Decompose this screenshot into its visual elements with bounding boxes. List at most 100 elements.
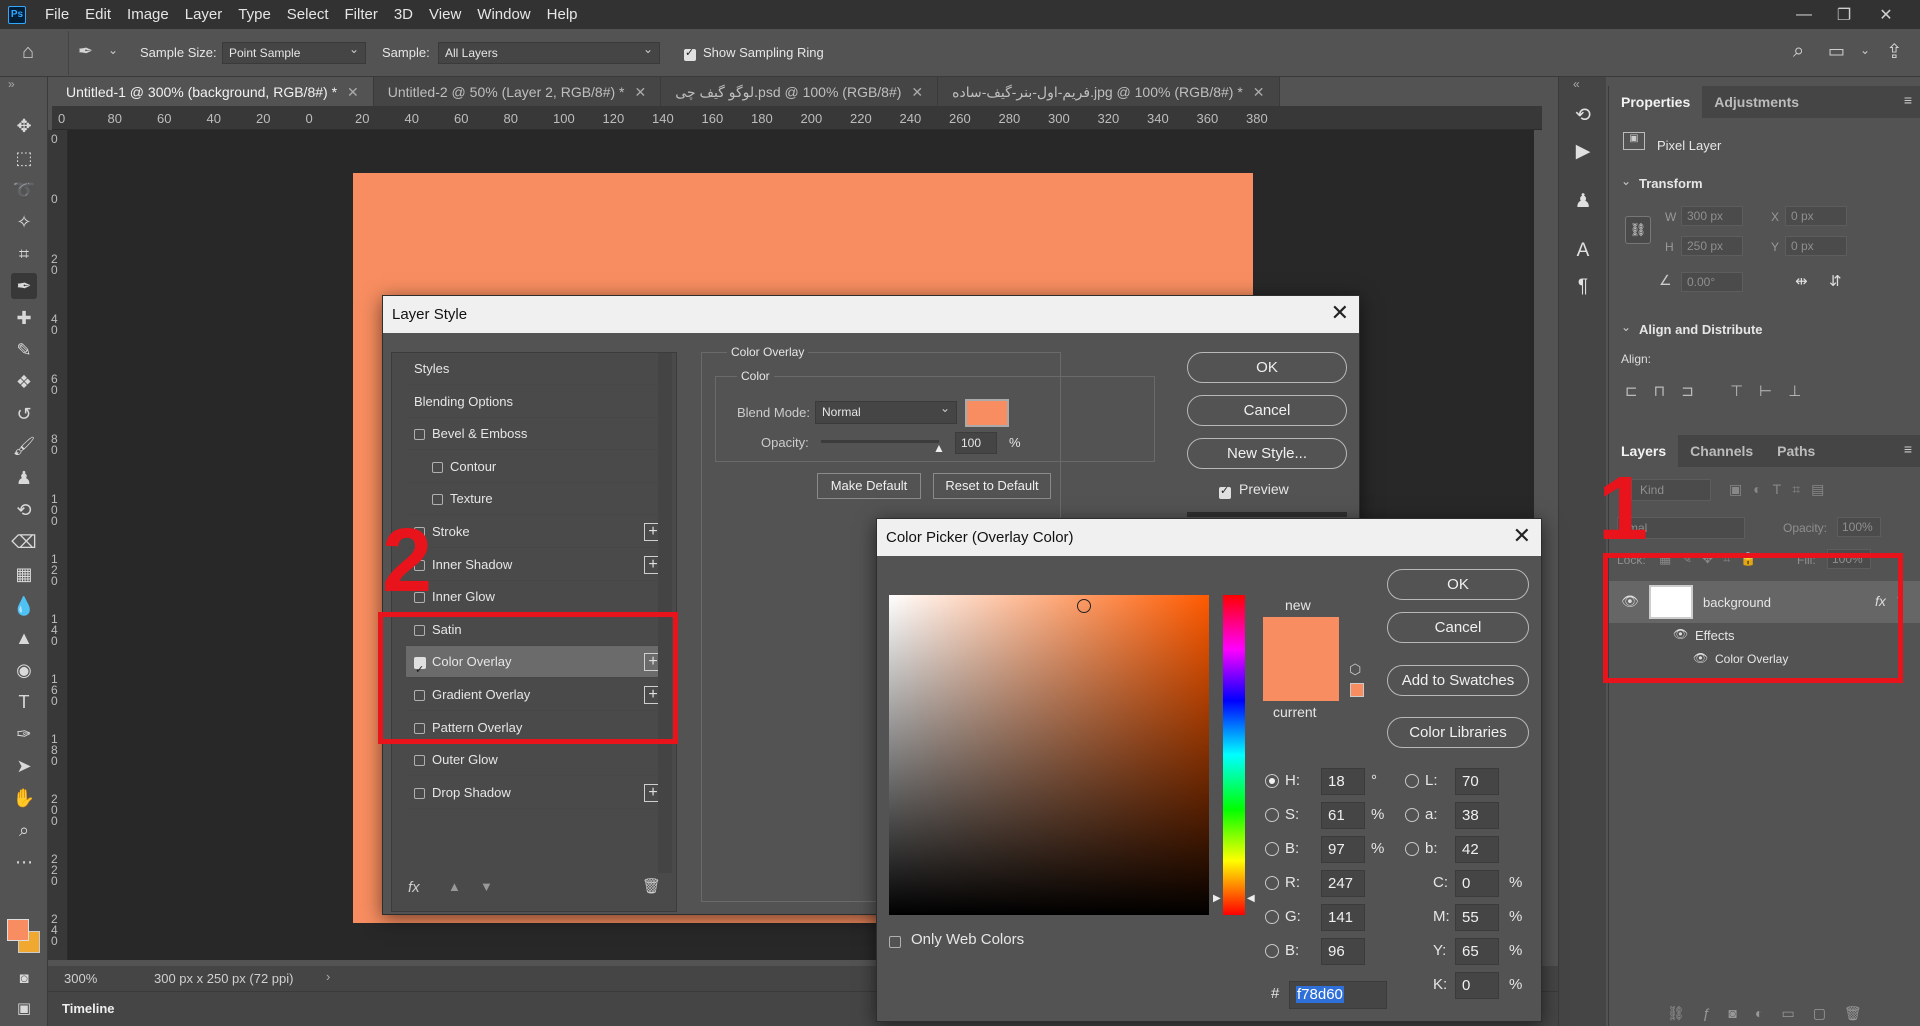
rgb-input[interactable]: 247 — [1321, 870, 1365, 897]
lab-input[interactable]: 70 — [1455, 768, 1499, 795]
ok-button[interactable]: OK — [1387, 569, 1529, 600]
hsb-input[interactable]: 18 — [1321, 768, 1365, 795]
lasso-tool-icon[interactable]: ➰ — [11, 177, 37, 203]
flip-vertical-icon[interactable]: ⇵ — [1829, 272, 1842, 290]
menu-item-3d[interactable]: 3D — [386, 6, 421, 23]
radio-rgb-2[interactable] — [1265, 944, 1279, 958]
lab-input[interactable]: 38 — [1455, 802, 1499, 829]
menu-item-type[interactable]: Type — [230, 6, 279, 23]
menu-item-window[interactable]: Window — [469, 6, 538, 23]
ok-button[interactable]: OK — [1187, 352, 1347, 383]
sharpen-tool-icon[interactable]: ▲ — [11, 625, 37, 651]
overlay-blend-mode-select[interactable]: Normal — [815, 401, 957, 424]
hand-tool-icon[interactable]: ✋ — [11, 785, 37, 811]
layer-footer-icons[interactable]: ⛓ƒ◙◐▭▢🗑 — [1667, 1005, 1880, 1022]
angle-input[interactable]: 0.00° — [1681, 272, 1743, 292]
move-down-icon[interactable]: ▼ — [480, 879, 493, 894]
y-input[interactable]: 0 px — [1785, 236, 1847, 256]
style-item-inner-shadow[interactable]: Inner Shadow + — [406, 549, 668, 581]
chevron-down-icon[interactable]: ⌄ — [1621, 320, 1631, 334]
style-checkbox[interactable] — [414, 787, 425, 799]
document-tab[interactable]: Untitled-2 @ 50% (Layer 2, RGB/8#) * ✕ — [373, 77, 662, 106]
menu-item-file[interactable]: File — [37, 6, 77, 23]
close-tab-icon[interactable]: ✕ — [635, 84, 647, 100]
radio-hsb-1[interactable] — [1265, 808, 1279, 822]
height-input[interactable]: 250 px — [1681, 236, 1743, 256]
close-icon[interactable]: ✕ — [1513, 523, 1531, 549]
web-safe-swatch[interactable] — [1350, 683, 1364, 697]
radio-rgb-1[interactable] — [1265, 910, 1279, 924]
workspace-icon[interactable]: ▭ — [1828, 41, 1845, 62]
align-distribute-section[interactable]: Align and Distribute — [1639, 322, 1763, 337]
style-checkbox[interactable] — [414, 429, 425, 441]
cmyk-input[interactable]: 0 — [1455, 972, 1499, 999]
radio-lab-2[interactable] — [1405, 842, 1419, 856]
share-icon[interactable]: ⇪ — [1886, 39, 1903, 64]
gradient-tool-icon[interactable]: ▦ — [11, 561, 37, 587]
style-item-bevel-emboss[interactable]: Bevel & Emboss — [406, 418, 668, 451]
cmyk-input[interactable]: 65 — [1455, 938, 1499, 965]
history-tool-icon[interactable]: ⟲ — [11, 497, 37, 523]
document-tab[interactable]: لوگو گیف چی.psd @ 100% (RGB/8#) ✕ — [661, 77, 939, 106]
eyedropper-tool-preset-icon[interactable]: ✒ — [78, 41, 93, 62]
chevron-down-icon[interactable]: ⌄ — [1860, 43, 1870, 57]
radio-lab-0[interactable] — [1405, 774, 1419, 788]
more-tools-icon[interactable]: ⋯ — [11, 849, 37, 875]
cube-icon[interactable]: ⬡ — [1349, 661, 1361, 678]
paint-brush-tool-icon[interactable]: 🖌 — [11, 433, 37, 459]
style-checkbox[interactable] — [432, 494, 443, 506]
history-panel-icon[interactable]: ⟲ — [1569, 101, 1597, 129]
sample-select[interactable]: All Layers — [438, 42, 660, 64]
quick-mask-icon[interactable]: ◙ — [11, 965, 37, 991]
cmyk-input[interactable]: 55 — [1455, 904, 1499, 931]
brush-tool-icon[interactable]: ✎ — [11, 337, 37, 363]
blur-tool-icon[interactable]: 💧 — [11, 593, 37, 619]
show-sampling-ring-checkbox[interactable] — [684, 46, 696, 61]
reset-to-default-button[interactable]: Reset to Default — [933, 473, 1051, 499]
radio-lab-1[interactable] — [1405, 808, 1419, 822]
saturation-brightness-field[interactable] — [889, 595, 1209, 915]
move-tool-icon[interactable]: ✥ — [11, 113, 37, 139]
opacity-slider-thumb[interactable]: ▲ — [933, 441, 945, 455]
style-item-blending-options[interactable]: Blending Options — [406, 386, 668, 418]
layers-tab-paths[interactable]: Paths — [1765, 435, 1827, 467]
radio-hsb-0[interactable] — [1265, 774, 1279, 788]
restore-icon[interactable]: ❐ — [1824, 0, 1864, 29]
properties-tab-properties[interactable]: Properties — [1609, 86, 1703, 118]
paragraph-panel-icon[interactable]: ¶ — [1569, 273, 1597, 301]
eraser-tool-icon[interactable]: ⌫ — [11, 529, 37, 555]
chevron-down-icon[interactable]: ⌄ — [1621, 174, 1631, 188]
cmyk-input[interactable]: 0 — [1455, 870, 1499, 897]
move-up-icon[interactable]: ▲ — [448, 879, 461, 894]
close-window-icon[interactable]: ✕ — [1866, 0, 1906, 29]
rgb-input[interactable]: 96 — [1321, 938, 1365, 965]
hue-slider-left-thumb[interactable]: ▶ — [1213, 893, 1221, 904]
collapse-icon[interactable]: » — [8, 77, 15, 91]
style-checkbox[interactable] — [414, 755, 425, 767]
close-icon[interactable]: ✕ — [1331, 300, 1349, 326]
history-brush-tool-icon[interactable]: ↺ — [11, 401, 37, 427]
screen-mode-icon[interactable]: ▣ — [11, 995, 37, 1021]
properties-tab-adjustments[interactable]: Adjustments — [1702, 86, 1811, 118]
radio-hsb-2[interactable] — [1265, 842, 1279, 856]
menu-item-image[interactable]: Image — [119, 6, 177, 23]
style-item-contour[interactable]: Contour — [406, 451, 668, 483]
home-icon[interactable]: ⌂ — [22, 41, 34, 64]
eyedropper-tool-icon[interactable]: ✒ — [11, 273, 37, 299]
document-tab[interactable]: فریم-اول-بنر-گیف-ساده.jpg @ 100% (RGB/8#… — [938, 77, 1280, 106]
hex-input[interactable]: f78d60 — [1289, 981, 1387, 1009]
only-web-colors-checkbox[interactable] — [889, 933, 901, 948]
character-panel-icon[interactable]: A — [1569, 237, 1597, 265]
width-input[interactable]: 300 px — [1681, 206, 1743, 226]
hsb-input[interactable]: 61 — [1321, 802, 1365, 829]
actions-panel-icon[interactable]: ▶ — [1569, 137, 1597, 165]
healing-brush-tool-icon[interactable]: ✚ — [11, 305, 37, 331]
color-libraries-button[interactable]: Color Libraries — [1387, 717, 1529, 748]
preview-checkbox[interactable] — [1219, 484, 1231, 499]
radio-rgb-0[interactable] — [1265, 876, 1279, 890]
clone-stamp-tool-icon[interactable]: ❖ — [11, 369, 37, 395]
fx-menu-icon[interactable]: fx — [408, 879, 420, 896]
vertical-ruler[interactable]: 0 0 20 40 60 80 100 120 140 160 180 200 220 240 — [48, 130, 68, 960]
align-buttons[interactable]: ⊏⊓⊐ ⊤⊢⊥ — [1625, 382, 1817, 400]
hsb-input[interactable]: 97 — [1321, 836, 1365, 863]
